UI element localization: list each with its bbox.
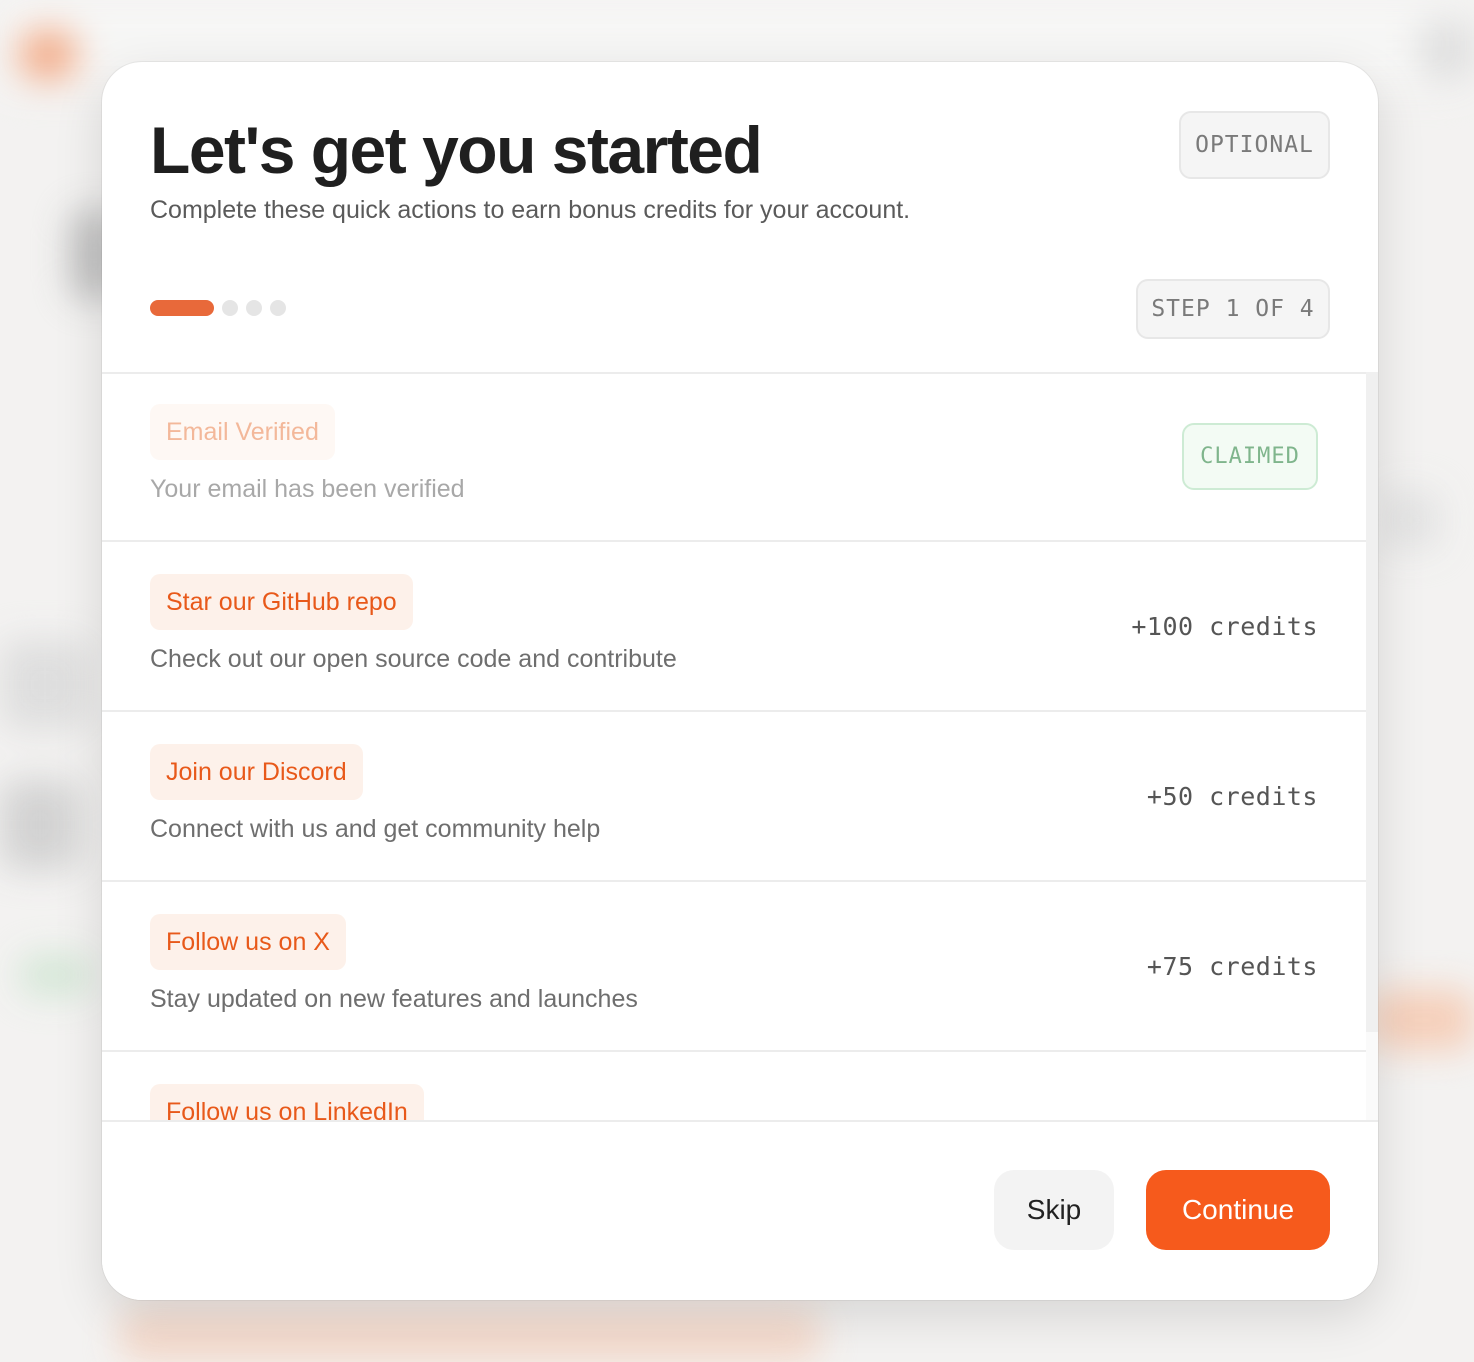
background-sidebar-block <box>0 780 80 870</box>
task-credits: +50 credits <box>1146 782 1318 811</box>
task-description: Check out our open source code and contr… <box>150 645 677 673</box>
task-label[interactable]: Join our Discord <box>150 744 363 800</box>
modal-header: Let's get you started Complete these qui… <box>102 62 1378 374</box>
task-item-x[interactable]: Follow us on X Stay updated on new featu… <box>102 882 1366 1052</box>
task-label[interactable]: Star our GitHub repo <box>150 574 413 630</box>
task-list[interactable]: Email Verified Your email has been verif… <box>102 372 1366 1120</box>
background-top-right <box>1420 20 1474 80</box>
task-item-email-verified: Email Verified Your email has been verif… <box>102 372 1366 542</box>
skip-button[interactable]: Skip <box>994 1170 1114 1250</box>
optional-badge: OPTIONAL <box>1179 111 1330 179</box>
modal-footer: Skip Continue <box>102 1120 1378 1300</box>
modal-subtitle: Complete these quick actions to earn bon… <box>150 196 911 224</box>
progress-step-dot <box>222 300 238 316</box>
task-list-scrollbar-thumb[interactable] <box>1366 372 1378 1032</box>
progress-step-dot <box>246 300 262 316</box>
continue-button[interactable]: Continue <box>1146 1170 1330 1250</box>
task-label: Email Verified <box>150 404 335 460</box>
background-bottom-block <box>120 1310 820 1362</box>
background-panel-block <box>1380 490 1440 550</box>
task-item-linkedin[interactable]: Follow us on LinkedIn <box>102 1052 1366 1120</box>
task-description: Connect with us and get community help <box>150 815 601 843</box>
step-progress-indicator <box>150 300 286 316</box>
progress-step-dot <box>270 300 286 316</box>
progress-step-active <box>150 300 214 316</box>
task-description: Stay updated on new features and launche… <box>150 985 638 1013</box>
task-credits: +100 credits <box>1131 612 1318 641</box>
task-label[interactable]: Follow us on X <box>150 914 346 970</box>
background-sidebar-block <box>0 640 90 730</box>
task-description: Your email has been verified <box>150 475 465 503</box>
onboarding-modal: Let's get you started Complete these qui… <box>102 62 1378 1300</box>
modal-title: Let's get you started <box>150 113 763 187</box>
task-credits: +75 credits <box>1146 952 1318 981</box>
step-counter-badge: STEP 1 OF 4 <box>1136 279 1330 339</box>
task-item-github[interactable]: Star our GitHub repo Check out our open … <box>102 542 1366 712</box>
background-sidebar-block <box>20 955 90 995</box>
task-item-discord[interactable]: Join our Discord Connect with us and get… <box>102 712 1366 882</box>
claimed-badge: CLAIMED <box>1182 423 1318 490</box>
background-logo <box>18 30 78 80</box>
task-label[interactable]: Follow us on LinkedIn <box>150 1084 424 1120</box>
background-panel-block <box>1370 990 1474 1050</box>
